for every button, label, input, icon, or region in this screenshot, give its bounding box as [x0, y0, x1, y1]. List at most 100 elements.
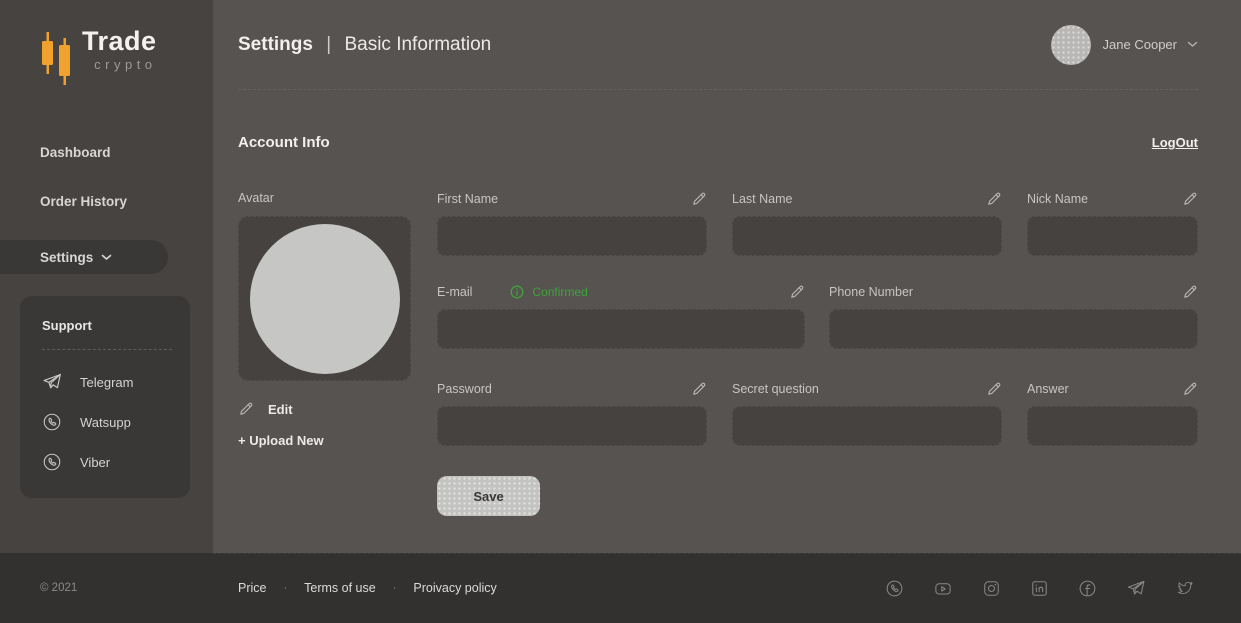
- whatsapp-icon: [42, 412, 64, 432]
- secret-question-input[interactable]: [732, 406, 1002, 446]
- email-field: E-mail Confirmed: [437, 284, 805, 349]
- pencil-icon[interactable]: [1182, 284, 1198, 300]
- page-title-primary: Settings: [238, 34, 313, 55]
- email-confirmed-label: Confirmed: [532, 285, 587, 299]
- nick-name-field: Nick Name: [1027, 191, 1198, 256]
- chevron-down-icon: [101, 254, 112, 261]
- sidebar-item-label: Order History: [40, 194, 127, 209]
- support-item-watsupp[interactable]: Watsupp: [42, 412, 172, 432]
- avatar-label: Avatar: [238, 191, 411, 207]
- dot-separator: ·: [283, 582, 287, 594]
- first-name-input[interactable]: [437, 216, 707, 256]
- sidebar-item-label: Settings: [40, 250, 93, 265]
- phone-number-field: Phone Number: [829, 284, 1198, 349]
- support-item-telegram[interactable]: Telegram: [42, 372, 172, 392]
- secret-question-label: Secret question: [732, 382, 819, 396]
- page-title-secondary: Basic Information: [344, 34, 491, 55]
- pencil-icon[interactable]: [789, 284, 805, 300]
- sidebar-nav: Dashboard Order History Settings: [0, 142, 213, 274]
- footer-link-price[interactable]: Price: [238, 581, 266, 595]
- first-name-field: First Name: [437, 191, 707, 256]
- chevron-down-icon: [1187, 41, 1198, 48]
- phone-number-label: Phone Number: [829, 285, 913, 299]
- footer-links: Price · Terms of use · Proivacy policy: [238, 581, 497, 595]
- sidebar-item-settings[interactable]: Settings: [0, 240, 168, 274]
- logo-title: Trade: [82, 26, 157, 56]
- pencil-icon[interactable]: [691, 381, 707, 397]
- footer-link-terms[interactable]: Terms of use: [304, 581, 376, 595]
- phone-number-input[interactable]: [829, 309, 1198, 349]
- support-item-label: Telegram: [80, 375, 133, 390]
- email-label: E-mail: [437, 285, 472, 299]
- telegram-icon[interactable]: [1126, 579, 1146, 598]
- app-window: Trade crypto Dashboard Order History Set…: [0, 0, 1241, 623]
- password-field: Password: [437, 381, 707, 446]
- save-button[interactable]: Save: [437, 476, 540, 516]
- logo: Trade crypto: [40, 26, 213, 86]
- copyright: © 2021: [0, 582, 213, 594]
- password-input[interactable]: [437, 406, 707, 446]
- whatsapp-icon[interactable]: [885, 579, 904, 598]
- sidebar-item-label: Dashboard: [40, 145, 111, 160]
- page-title: Settings | Basic Information: [238, 34, 491, 56]
- sidebar-item-order-history[interactable]: Order History: [0, 191, 213, 211]
- nick-name-label: Nick Name: [1027, 192, 1088, 206]
- support-item-label: Watsupp: [80, 415, 131, 430]
- avatar: [1051, 25, 1091, 65]
- support-card: Support Telegram Watsupp: [20, 296, 190, 498]
- pencil-icon[interactable]: [1182, 381, 1198, 397]
- instagram-icon[interactable]: [982, 579, 1001, 598]
- support-item-label: Viber: [80, 455, 110, 470]
- logo-subtitle: crypto: [82, 57, 157, 72]
- support-item-viber[interactable]: Viber: [42, 452, 172, 472]
- linkedin-icon[interactable]: [1030, 579, 1049, 598]
- last-name-label: Last Name: [732, 192, 792, 206]
- avatar-edit-label: Edit: [268, 402, 293, 417]
- footer: © 2021 Price · Terms of use · Proivacy p…: [0, 553, 1241, 623]
- pencil-icon[interactable]: [1182, 191, 1198, 207]
- info-circle-icon: [510, 285, 524, 299]
- page-header: Settings | Basic Information Jane Cooper: [238, 0, 1198, 90]
- main-content: Settings | Basic Information Jane Cooper…: [213, 0, 1241, 553]
- viber-icon: [42, 452, 64, 472]
- footer-social: [885, 579, 1241, 598]
- avatar-preview: [238, 216, 411, 381]
- last-name-input[interactable]: [732, 216, 1002, 256]
- page-title-separator: |: [326, 34, 331, 55]
- footer-link-privacy[interactable]: Proivacy policy: [413, 581, 496, 595]
- youtube-icon[interactable]: [933, 579, 953, 598]
- avatar-edit-button[interactable]: Edit: [238, 401, 411, 417]
- logout-link[interactable]: LogOut: [1152, 135, 1198, 150]
- section-head: Account Info LogOut: [238, 134, 1198, 151]
- dot-separator: ·: [393, 582, 397, 594]
- avatar-placeholder: [250, 224, 400, 374]
- user-menu[interactable]: Jane Cooper: [1051, 25, 1198, 65]
- email-confirmed-badge: Confirmed: [510, 285, 587, 299]
- first-name-label: First Name: [437, 192, 498, 206]
- avatar-section: Avatar Edit + Upload New: [238, 191, 411, 516]
- twitter-icon[interactable]: [1175, 579, 1195, 597]
- answer-label: Answer: [1027, 382, 1069, 396]
- divider: [42, 349, 172, 350]
- pencil-icon: [238, 401, 254, 417]
- sidebar: Trade crypto Dashboard Order History Set…: [0, 0, 213, 553]
- pencil-icon[interactable]: [986, 381, 1002, 397]
- facebook-icon[interactable]: [1078, 579, 1097, 598]
- account-form: First Name Last Name: [437, 191, 1198, 516]
- pencil-icon[interactable]: [986, 191, 1002, 207]
- support-title: Support: [42, 318, 172, 333]
- sidebar-item-dashboard[interactable]: Dashboard: [0, 142, 213, 162]
- candlestick-logo-icon: [40, 32, 76, 86]
- section-title: Account Info: [238, 134, 330, 151]
- user-name: Jane Cooper: [1103, 37, 1177, 52]
- telegram-icon: [42, 372, 64, 392]
- pencil-icon[interactable]: [691, 191, 707, 207]
- avatar-upload-button[interactable]: + Upload New: [238, 433, 411, 448]
- answer-field: Answer: [1027, 381, 1198, 446]
- password-label: Password: [437, 382, 492, 396]
- answer-input[interactable]: [1027, 406, 1198, 446]
- nick-name-input[interactable]: [1027, 216, 1198, 256]
- secret-question-field: Secret question: [732, 381, 1002, 446]
- last-name-field: Last Name: [732, 191, 1002, 256]
- email-input[interactable]: [437, 309, 805, 349]
